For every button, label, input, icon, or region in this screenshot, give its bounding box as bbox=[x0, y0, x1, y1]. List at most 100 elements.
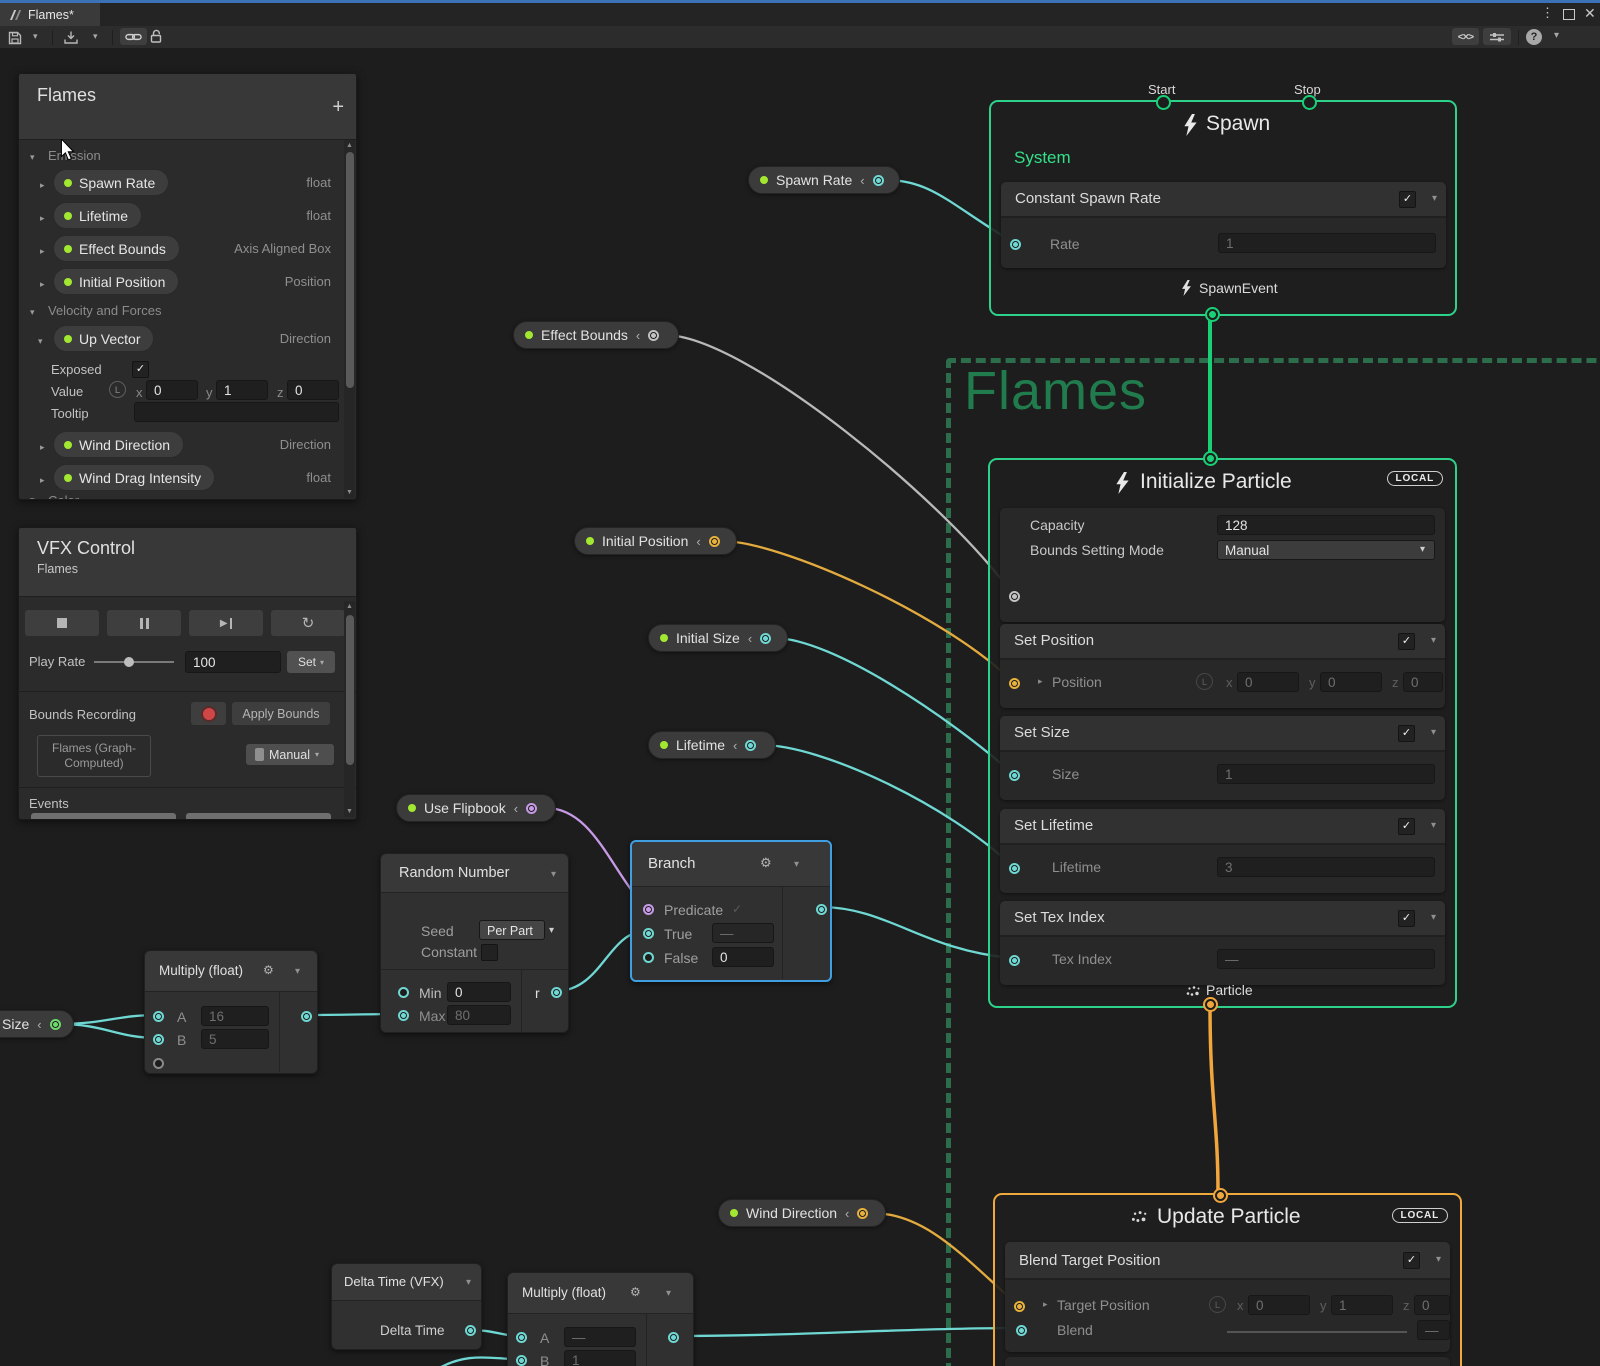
block-enabled-checkbox[interactable]: ✓ bbox=[1398, 910, 1415, 927]
item-expander-icon[interactable]: ▸ bbox=[40, 279, 45, 290]
blend-field[interactable]: — bbox=[1417, 1320, 1450, 1340]
collapse-icon[interactable]: ‹ bbox=[514, 801, 518, 816]
window-menu-icon[interactable]: ⋮ bbox=[1541, 5, 1554, 21]
delta-time-node[interactable]: Delta Time (VFX) ▾ Delta Time bbox=[331, 1263, 482, 1350]
scrollbar-thumb[interactable] bbox=[346, 152, 354, 388]
pill-initial-position[interactable]: Initial Position ‹ bbox=[574, 527, 737, 555]
collapse-icon[interactable]: ‹ bbox=[748, 631, 752, 646]
target-local-icon[interactable]: L bbox=[1209, 1296, 1226, 1313]
toolbar-dropdown-icon[interactable]: ▾ bbox=[1554, 30, 1559, 41]
collapse-icon[interactable]: ‹ bbox=[696, 534, 700, 549]
node-collapse-icon[interactable]: ▾ bbox=[794, 859, 799, 870]
exposed-checkbox[interactable]: ✓ bbox=[132, 361, 149, 378]
initialize-out-port[interactable] bbox=[1203, 997, 1218, 1012]
tooltip-field[interactable] bbox=[134, 402, 339, 422]
pill-use-flipbook[interactable]: Use Flipbook ‹ bbox=[396, 794, 556, 822]
pill-out-port[interactable] bbox=[760, 633, 771, 644]
update-space-badge[interactable]: LOCAL bbox=[1392, 1208, 1448, 1223]
capacity-field[interactable]: 128 bbox=[1217, 515, 1435, 535]
pill-wind-direction[interactable]: Wind Direction ‹ bbox=[718, 1199, 886, 1227]
block-collapse-icon[interactable]: ▾ bbox=[1436, 1254, 1441, 1265]
max-port[interactable] bbox=[398, 1010, 409, 1021]
max-field[interactable]: 80 bbox=[447, 1005, 511, 1025]
tex-index-field[interactable]: — bbox=[1217, 949, 1435, 969]
block-collapse-icon[interactable]: ▾ bbox=[1431, 727, 1436, 738]
pill-effect-bounds[interactable]: Effect Bounds ‹ bbox=[513, 321, 679, 349]
up-vector-y-field[interactable]: 1 bbox=[216, 380, 268, 400]
position-port[interactable] bbox=[1009, 678, 1020, 689]
category-fold-icon[interactable]: ▾ bbox=[30, 152, 35, 163]
node-settings-icon[interactable]: ⚙ bbox=[630, 1285, 641, 1299]
seed-dropdown[interactable]: Per Part bbox=[479, 920, 545, 940]
set-lifetime-block[interactable]: Set Lifetime ✓ ▾ Lifetime 3 bbox=[1000, 809, 1445, 893]
target-x-field[interactable]: 0 bbox=[1248, 1295, 1310, 1315]
initialize-space-badge[interactable]: LOCAL bbox=[1387, 471, 1443, 486]
onplay-button-partial[interactable] bbox=[31, 813, 176, 820]
pill-out-port[interactable] bbox=[873, 175, 884, 186]
size-port[interactable] bbox=[1009, 770, 1020, 781]
block-enabled-checkbox[interactable]: ✓ bbox=[1399, 191, 1416, 208]
property-wind-direction[interactable]: Wind Direction bbox=[53, 431, 184, 458]
a-port[interactable] bbox=[153, 1011, 164, 1022]
b-field[interactable]: 5 bbox=[201, 1029, 269, 1049]
target-y-field[interactable]: 1 bbox=[1331, 1295, 1393, 1315]
spawn-stop-port[interactable] bbox=[1302, 95, 1317, 110]
value-local-icon[interactable]: L bbox=[109, 381, 126, 398]
node-settings-icon[interactable]: ⚙ bbox=[760, 855, 772, 871]
position-local-icon[interactable]: L bbox=[1196, 673, 1213, 690]
item-expander-icon[interactable]: ▸ bbox=[40, 442, 45, 453]
a-port[interactable] bbox=[516, 1332, 527, 1343]
lock-open-icon[interactable] bbox=[150, 29, 162, 44]
pill-spawn-rate[interactable]: Spawn Rate ‹ bbox=[748, 166, 900, 194]
vfx-control-panel[interactable]: VFX Control Flames ▶ ↻ Play Rate 100 Set… bbox=[18, 527, 357, 820]
constant-checkbox[interactable] bbox=[481, 944, 498, 961]
multiply-float-node-1[interactable]: Multiply (float) ⚙ ▾ A 16 B 5 bbox=[144, 950, 318, 1074]
position-z-field[interactable]: 0 bbox=[1403, 672, 1443, 692]
set-size-block[interactable]: Set Size ✓ ▾ Size 1 bbox=[1000, 716, 1445, 800]
scrollbar-thumb[interactable] bbox=[346, 615, 354, 765]
stop-button[interactable] bbox=[25, 610, 99, 636]
collapse-icon[interactable]: ‹ bbox=[733, 738, 737, 753]
scroll-up-icon[interactable]: ▲ bbox=[346, 142, 353, 149]
constant-spawn-rate-block[interactable]: Constant Spawn Rate ✓ ▾ Rate 1 bbox=[1001, 182, 1446, 268]
category-velocity-forces[interactable]: Velocity and Forces bbox=[48, 303, 161, 318]
step-button[interactable]: ▶ bbox=[189, 610, 263, 636]
up-vector-z-field[interactable]: 0 bbox=[287, 380, 339, 400]
play-rate-slider[interactable] bbox=[94, 661, 174, 663]
blackboard-scrollbar[interactable]: ▲ ▼ bbox=[344, 140, 355, 498]
category-fold-icon[interactable]: ▾ bbox=[30, 307, 35, 318]
tex-index-port[interactable] bbox=[1009, 955, 1020, 966]
initialize-in-port[interactable] bbox=[1203, 451, 1218, 466]
branch-node[interactable]: Branch ⚙ ▾ Predicate ✓ True — False 0 bbox=[630, 840, 832, 982]
property-effect-bounds[interactable]: Effect Bounds bbox=[53, 235, 180, 262]
update-particle-node[interactable]: Update Particle LOCAL Blend Target Posit… bbox=[993, 1193, 1462, 1366]
false-port[interactable] bbox=[643, 952, 654, 963]
blend-slider[interactable] bbox=[1227, 1331, 1407, 1333]
blend-target-position-block[interactable]: Blend Target Position ✓ ▾ ▸ Target Posit… bbox=[1005, 1242, 1450, 1352]
pill-out-port[interactable] bbox=[709, 536, 720, 547]
pill-lifetime[interactable]: Lifetime ‹ bbox=[648, 731, 776, 759]
delta-out-port[interactable] bbox=[465, 1325, 476, 1336]
min-field[interactable]: 0 bbox=[447, 982, 511, 1002]
item-expander-icon[interactable]: ▸ bbox=[40, 475, 45, 486]
blackboard-panel[interactable]: Flames + ▾ Emission ▸ Spawn Rate float ▸… bbox=[18, 73, 357, 500]
item-expander-icon[interactable]: ▸ bbox=[40, 246, 45, 257]
import-icon[interactable] bbox=[63, 30, 79, 45]
tab-flames[interactable]: Flames* bbox=[0, 3, 100, 26]
apply-bounds-button[interactable]: Apply Bounds bbox=[232, 702, 330, 725]
size-field[interactable]: 1 bbox=[1217, 764, 1435, 784]
node-collapse-icon[interactable]: ▾ bbox=[551, 869, 556, 880]
maximize-icon[interactable] bbox=[1563, 9, 1575, 20]
spawnevent-out-port[interactable] bbox=[1205, 307, 1220, 322]
update-in-port[interactable] bbox=[1213, 1188, 1228, 1203]
item-expander-icon[interactable]: ▸ bbox=[40, 180, 45, 191]
branch-out-port[interactable] bbox=[816, 904, 827, 915]
predicate-ghost-checkbox[interactable]: ✓ bbox=[732, 902, 742, 916]
filter-settings-button[interactable] bbox=[1483, 28, 1511, 45]
multiply-float-node-2[interactable]: Multiply (float) ⚙ ▾ A — B 1 bbox=[507, 1272, 694, 1366]
b-field[interactable]: 1 bbox=[564, 1350, 636, 1366]
b-port[interactable] bbox=[516, 1355, 527, 1366]
collapse-icon[interactable]: ‹ bbox=[636, 328, 640, 343]
block-enabled-checkbox[interactable]: ✓ bbox=[1398, 633, 1415, 650]
false-field[interactable]: 0 bbox=[712, 947, 774, 967]
